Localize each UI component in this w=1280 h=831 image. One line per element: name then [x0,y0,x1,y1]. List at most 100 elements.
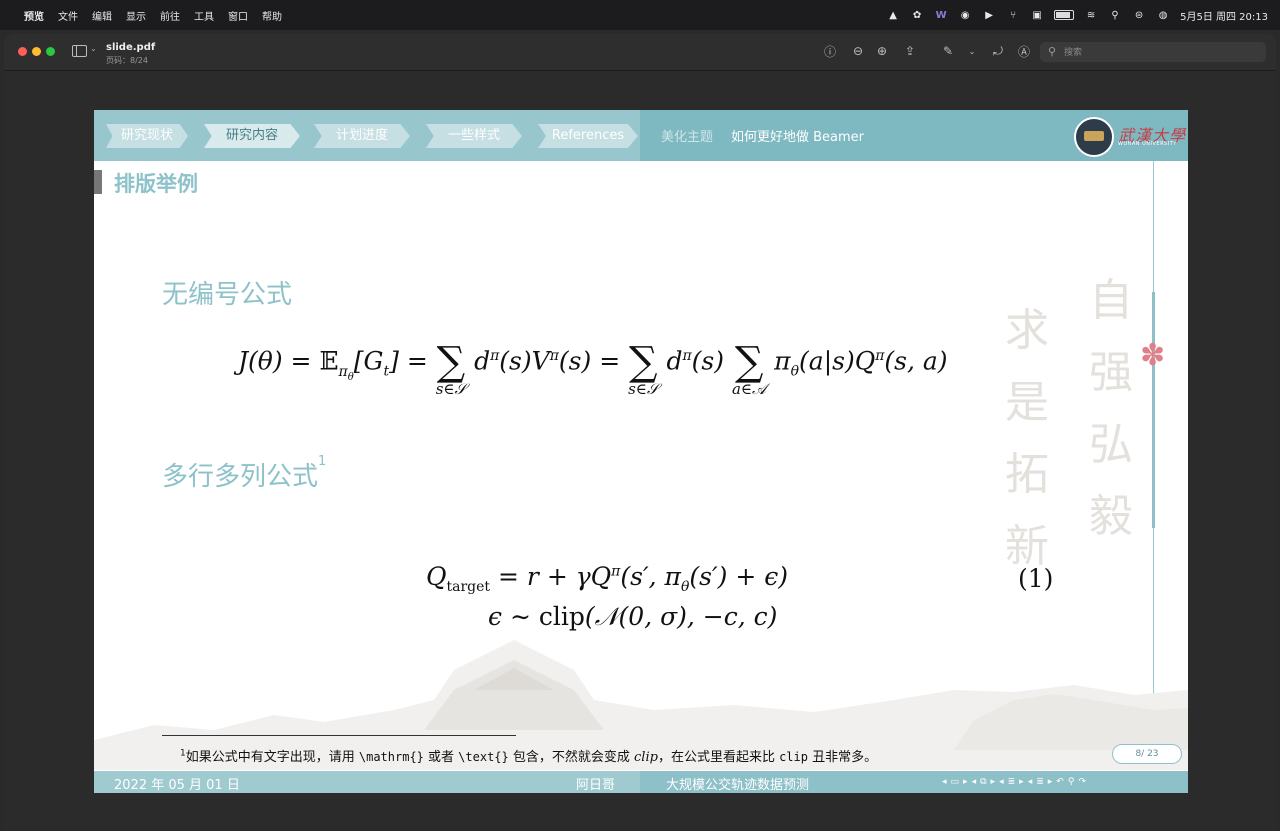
markup-chevron-icon[interactable]: ⌄ [964,43,980,59]
prev-section-icon[interactable]: ◂ [999,777,1004,787]
frame-icon[interactable]: ▭ [951,777,960,787]
menu-item-window[interactable]: 窗口 [228,8,248,23]
s-status-icon[interactable]: ▣ [1030,9,1044,21]
header-theme-title: 如何更好地做 Beamer [731,130,865,145]
beamer-navigation-controls: ◂ ▭ ▸ ◂ ⧉ ▸ ◂ ≣ ▸ ◂ ≣ ▸ ↶ ⚲ ↷ [942,775,1086,789]
university-seal-icon [1074,117,1114,157]
slide-footer: 2022 年 05 月 01 日 阿日哥 大规模公交轨迹数据预测 ◂ ▭ ▸ ◂… [94,771,1188,793]
nav-tab-label: 计划进度 [335,128,388,143]
nav-tab-label: 研究现状 [120,128,173,143]
close-window-button[interactable] [18,47,27,56]
footnote-mark: 1 [318,454,327,469]
nav-tab-label: References [551,128,625,143]
forward-icon[interactable]: ↷ [1078,777,1086,787]
subsection-icon[interactable]: ⧉ [980,777,986,787]
menu-item-go[interactable]: 前往 [160,8,180,23]
back-icon[interactable]: ↶ [1056,777,1064,787]
sync-status-icon[interactable]: ✿ [910,9,924,21]
slide-page-badge: 8/ 23 [1112,744,1182,764]
rotate-icon[interactable]: ⤾ [990,43,1006,59]
battery-icon[interactable] [1054,10,1075,20]
chevron-down-icon[interactable]: ⌄ [90,44,97,53]
equation-line-1: Qtarget = r + γQπ(s′, πθ(s′) + ϵ) [426,562,789,595]
next-doc-icon[interactable]: ▸ [1048,777,1053,787]
nav-tab-research-content[interactable]: 研究内容 [204,124,300,148]
footer-title: 大规模公交轨迹数据预测 [666,778,810,793]
university-logo-english: WUHAN UNIVERSITY [1118,141,1177,147]
section-title-unnumbered: 无编号公式 [162,280,293,310]
footnote-text: ，在公式里看起来比 [657,750,780,765]
menu-item-tools[interactable]: 工具 [194,8,214,23]
menu-item-edit[interactable]: 编辑 [92,8,112,23]
wifi-icon[interactable]: ≋ [1084,9,1098,21]
equation-number: (1) [1018,564,1054,593]
footnote-rule [162,735,516,736]
header-theme-label: 美化主题 [661,130,714,145]
footnote-text: 包含，不然就会变成 [508,750,635,765]
nav-tab-references[interactable]: References [538,124,638,148]
menu-item-view[interactable]: 显示 [126,8,146,23]
zoom-out-icon[interactable]: ⊖ [850,43,866,59]
frame-title: 排版举例 [114,172,198,196]
minimize-window-button[interactable] [32,47,41,56]
next-section-icon[interactable]: ▸ [1019,777,1024,787]
menu-item-help[interactable]: 帮助 [262,8,282,23]
wechat-status-icon[interactable]: ◉ [958,9,972,21]
nav-tab-research-status[interactable]: 研究现状 [106,124,188,148]
frame-title-marker [94,170,102,194]
calligraphy-watermark: 自强弘毅 求是拓新 [994,265,1144,635]
menubar-datetime[interactable]: 5月5日 周四 20:13 [1180,8,1268,23]
spotlight-search-icon[interactable]: ⚲ [1108,9,1122,21]
nav-tab-styles[interactable]: 一些样式 [426,124,522,148]
section-title-text: 多行多列公式 [162,462,319,492]
info-icon[interactable]: ⓘ [822,43,838,59]
footer-author: 阿日哥 [576,778,616,793]
section-navigation: 研究现状 研究内容 计划进度 一些样式 References [94,110,640,161]
document-page-indicator: 页码：8/24 [106,56,148,65]
siri-icon[interactable]: ◍ [1156,9,1170,21]
footnote-text: 或者 [423,750,459,765]
menu-app-name[interactable]: 预览 [24,8,44,23]
slide-header: 研究现状 研究内容 计划进度 一些样式 References 美化主题 如何更好… [94,110,1188,161]
footnote: 1如果公式中有文字出现，请用 \mathrm{} 或者 \text{} 包含，不… [180,746,877,765]
flower-icon: ✽ [1140,338,1166,373]
search-field[interactable]: ⚲ [1040,42,1266,62]
calligraphy-column: 自强弘毅 [1089,275,1133,542]
footer-date: 2022 年 05 月 01 日 [114,778,240,793]
qq-status-icon[interactable]: ▲ [886,9,900,21]
section-title-multiline: 多行多列公式1 [162,454,327,493]
control-center-icon[interactable]: ⊜ [1132,9,1146,21]
search-input[interactable] [1062,44,1256,62]
sidebar-toggle-icon[interactable] [72,45,87,57]
search-icon: ⚲ [1048,45,1057,58]
zoom-in-icon[interactable]: ⊕ [874,43,890,59]
w-status-icon[interactable]: W [934,9,948,21]
prev-frame-icon[interactable]: ◂ [942,777,947,787]
next-subsection-icon[interactable]: ▸ [991,777,996,787]
fork-status-icon[interactable]: ⑂ [1006,9,1020,21]
search-slide-icon[interactable]: ⚲ [1068,777,1075,787]
footnote-text: 如果公式中有文字出现，请用 [185,750,359,765]
footnote-code: \mathrm{} [358,750,424,764]
document-title: slide.pdf [106,42,156,53]
menu-item-file[interactable]: 文件 [58,8,78,23]
play-status-icon[interactable]: ▶ [982,9,996,21]
prev-doc-icon[interactable]: ◂ [1028,777,1033,787]
share-icon[interactable]: ⇪ [902,43,918,59]
slide-page: 研究现状 研究内容 计划进度 一些样式 References 美化主题 如何更好… [94,110,1188,793]
section-icon[interactable]: ≣ [1008,777,1016,787]
zoom-window-button[interactable] [46,47,55,56]
doc-icon[interactable]: ≣ [1036,777,1044,787]
annotate-icon[interactable]: Ⓐ [1016,43,1032,59]
calligraphy-column: 求是拓新 [1005,305,1049,572]
footnote-code: \text{} [458,750,509,764]
menu-bar: 预览 文件 编辑 显示 前往 工具 窗口 帮助 ▲ ✿ W ◉ ▶ ⑂ ▣ ≋ … [0,0,1280,30]
footnote-code: clip [779,750,808,764]
window-toolbar: ⌄ slide.pdf 页码：8/24 ⓘ ⊖ ⊕ ⇪ ✎ ⌄ ⤾ Ⓐ ⚲ [4,34,1276,71]
prev-subsection-icon[interactable]: ◂ [972,777,977,787]
nav-tab-plan-progress[interactable]: 计划进度 [314,124,410,148]
footnote-text: 丑非常多。 [807,750,878,765]
next-frame-icon[interactable]: ▸ [963,777,968,787]
nav-tab-label: 一些样式 [447,128,500,143]
markup-pen-icon[interactable]: ✎ [940,43,956,59]
